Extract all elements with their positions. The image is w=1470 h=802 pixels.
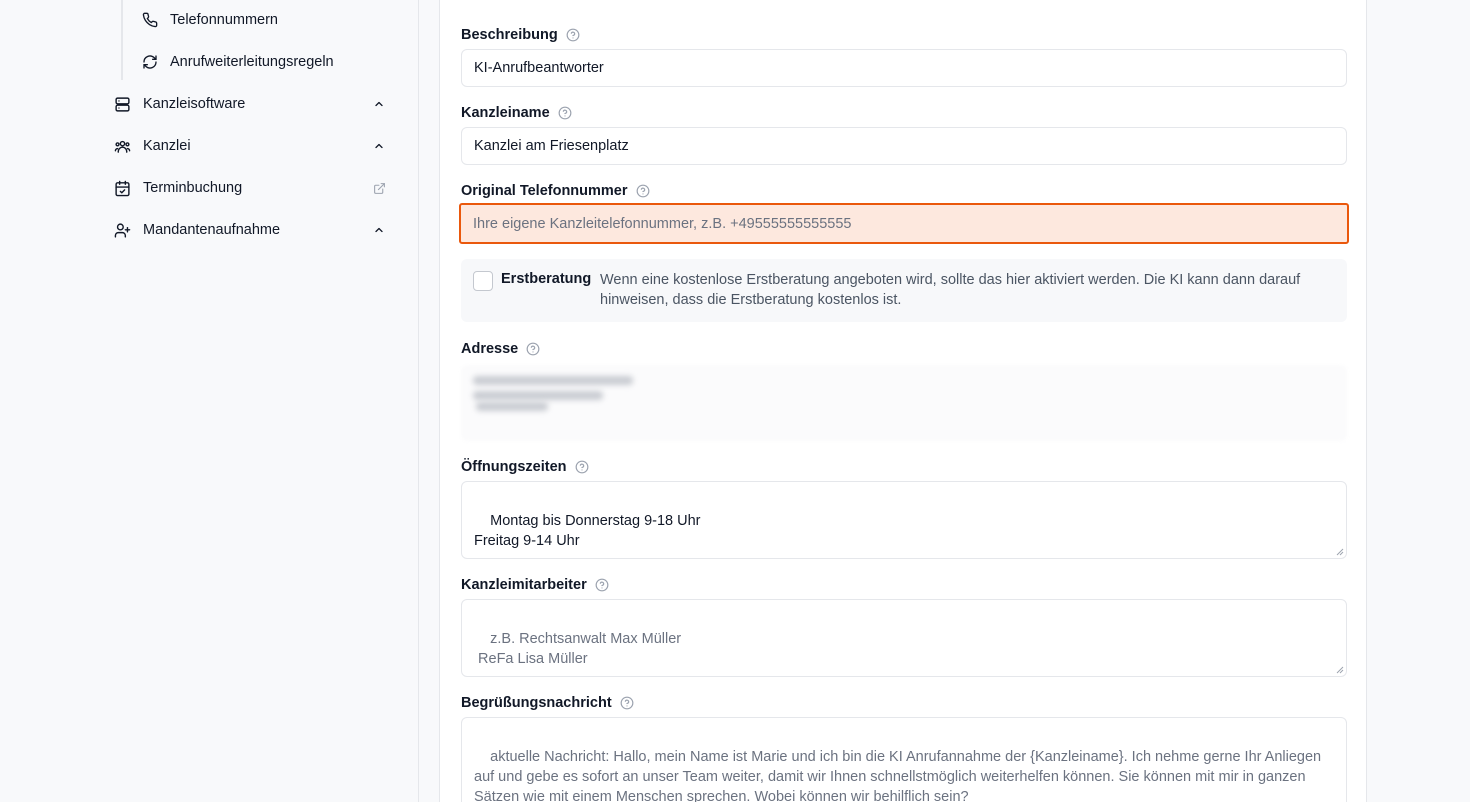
sidebar-item-label: Kanzlei [143,138,191,154]
oeffnungszeiten-label-text: Öffnungszeiten [461,459,567,475]
settings-form: Beschreibung Kanzleiname Original Telefo… [439,0,1367,802]
erstberatung-box: Erstberatung Wenn eine kostenlose Erstbe… [461,259,1347,322]
erstberatung-description: Wenn eine kostenlose Erstberatung angebo… [600,272,1301,308]
help-circle-icon[interactable] [566,28,580,42]
redacted-line [476,402,548,411]
phone-icon [142,12,158,28]
sidebar-subitem-label: Anrufweiterleitungsregeln [170,54,334,70]
mitarbeiter-label: Kanzleimitarbeiter [461,575,609,595]
resize-handle-icon[interactable] [1336,666,1344,674]
sidebar-item-kanzleisoftware[interactable]: Kanzleisoftware [114,89,386,119]
sidebar-item-label: Mandantenaufnahme [143,222,281,238]
kanzleiname-label: Kanzleiname [461,103,572,123]
chevron-up-icon[interactable] [372,223,386,237]
beschreibung-label-text: Beschreibung [461,27,558,43]
mitarbeiter-textarea[interactable]: z.B. Rechtsanwalt Max Müller ReFa Lisa M… [461,599,1347,677]
kanzleiname-input[interactable] [461,127,1347,165]
help-circle-icon[interactable] [636,184,650,198]
chevron-up-icon[interactable] [372,139,386,153]
begruessung-placeholder: aktuelle Nachricht: Hallo, mein Name ist… [474,749,1326,802]
oeffnungszeiten-value: Montag bis Donnerstag 9-18 Uhr Freitag 9… [474,513,701,549]
mitarbeiter-placeholder: z.B. Rechtsanwalt Max Müller ReFa Lisa M… [478,631,682,667]
sidebar-item-kanzlei[interactable]: Kanzlei [114,131,386,161]
kanzleiname-label-text: Kanzleiname [461,105,550,121]
sidebar: Telefonnummern Anrufweiterleitungsregeln… [0,0,419,802]
user-plus-icon [114,222,131,239]
help-circle-icon[interactable] [558,106,572,120]
calendar-check-icon [114,180,131,197]
begruessung-label: Begrüßungsnachricht [461,693,634,713]
telefonnummer-label-text: Original Telefonnummer [461,183,628,199]
erstberatung-title: Erstberatung [501,271,592,287]
help-circle-icon[interactable] [526,342,540,356]
server-icon [114,96,131,113]
oeffnungszeiten-textarea[interactable]: Montag bis Donnerstag 9-18 Uhr Freitag 9… [461,481,1347,559]
erstberatung-checkbox[interactable] [473,271,493,291]
telefonnummer-input[interactable] [459,203,1349,244]
redacted-line [473,376,633,385]
redacted-line [473,391,603,400]
beschreibung-label: Beschreibung [461,25,580,45]
sidebar-subitem-telefonnummern[interactable]: Telefonnummern [142,5,278,35]
subnav-line [121,0,123,80]
beschreibung-input[interactable] [461,49,1347,87]
adresse-label: Adresse [461,339,540,359]
sidebar-item-label: Terminbuchung [143,180,243,196]
resize-handle-icon[interactable] [1336,548,1344,556]
mitarbeiter-label-text: Kanzleimitarbeiter [461,577,587,593]
telefonnummer-label: Original Telefonnummer [461,181,650,201]
sidebar-item-label: Kanzleisoftware [143,96,246,112]
help-circle-icon[interactable] [595,578,609,592]
begruessung-textarea[interactable]: aktuelle Nachricht: Hallo, mein Name ist… [461,717,1347,802]
sidebar-item-terminbuchung[interactable]: Terminbuchung [114,173,386,203]
external-link-icon[interactable] [372,181,386,195]
oeffnungszeiten-label: Öffnungszeiten [461,457,589,477]
sidebar-subitem-label: Telefonnummern [170,12,278,28]
adresse-label-text: Adresse [461,341,519,357]
help-circle-icon[interactable] [575,460,589,474]
refresh-icon [142,54,158,70]
chevron-up-icon[interactable] [372,97,386,111]
sidebar-item-mandantenaufnahme[interactable]: Mandantenaufnahme [114,215,386,245]
help-circle-icon[interactable] [620,696,634,710]
sidebar-subitem-anrufweiterleitungsregeln[interactable]: Anrufweiterleitungsregeln [142,47,334,77]
begruessung-label-text: Begrüßungsnachricht [461,695,612,711]
users-icon [114,138,131,155]
